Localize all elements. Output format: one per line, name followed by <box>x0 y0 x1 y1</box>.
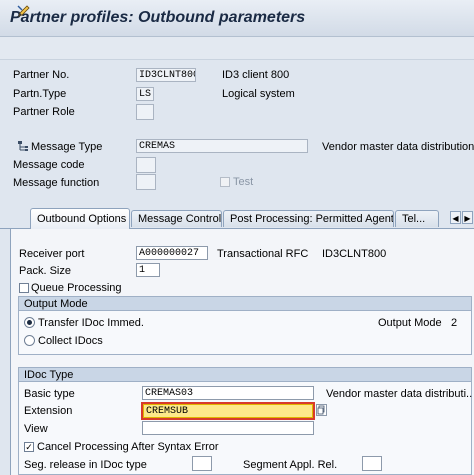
receiver-port-label: Receiver port <box>19 248 85 260</box>
message-type-description: Vendor master data distribution <box>322 141 474 153</box>
partn-type-description: Logical system <box>222 88 295 100</box>
seg-release-label: Seg. release in IDoc type <box>24 459 147 471</box>
display-change-icon[interactable] <box>16 3 32 19</box>
view-field[interactable] <box>142 421 314 435</box>
message-function-label: Message function <box>13 177 100 189</box>
collect-idocs-label: Collect IDocs <box>38 335 103 347</box>
message-function-field[interactable] <box>136 174 156 190</box>
queue-processing-checkbox[interactable] <box>19 283 29 293</box>
view-label: View <box>24 423 48 435</box>
receiver-port-field[interactable]: A000000027 <box>136 246 208 260</box>
partner-role-field[interactable] <box>136 104 154 120</box>
output-mode-group-title: Output Mode <box>18 296 472 311</box>
pack-size-field[interactable]: 1 <box>136 263 160 277</box>
test-checkbox[interactable] <box>220 177 230 187</box>
collect-idocs-radio[interactable] <box>24 335 35 346</box>
partner-no-label: Partner No. <box>13 69 70 81</box>
partner-no-description: ID3 client 800 <box>222 69 290 81</box>
cancel-processing-checkbox[interactable]: ✓ <box>24 442 34 452</box>
application-toolbar <box>0 37 474 60</box>
transfer-idoc-immed-radio[interactable] <box>24 317 35 328</box>
queue-processing-label: Queue Processing <box>31 282 122 294</box>
message-code-field[interactable] <box>136 157 156 173</box>
tab-outbound-options[interactable]: Outbound Options <box>30 208 130 229</box>
basic-type-field[interactable]: CREMAS03 <box>142 386 314 400</box>
partner-role-label: Partner Role <box>13 106 75 118</box>
cancel-processing-label: Cancel Processing After Syntax Error <box>37 441 219 453</box>
partn-type-label: Partn.Type <box>13 88 67 100</box>
extension-field[interactable]: CREMSUB <box>141 402 315 420</box>
hierarchy-icon <box>17 140 29 152</box>
output-mode-value: 2 <box>451 317 458 329</box>
test-label: Test <box>233 176 254 188</box>
basic-type-description: Vendor master data distributi... <box>326 388 472 400</box>
transfer-idoc-immed-label: Transfer IDoc Immed. <box>38 317 144 329</box>
output-mode-label: Output Mode <box>378 317 442 329</box>
basic-type-label: Basic type <box>24 388 75 400</box>
tab-scroll-left-icon[interactable]: ◀ <box>450 211 461 224</box>
tab-scroll-right-icon[interactable]: ▶ <box>462 211 473 224</box>
segment-appl-rel-label: Segment Appl. Rel. <box>243 459 338 471</box>
receiver-port-type: Transactional RFC <box>217 248 309 260</box>
tab-post-processing[interactable]: Post Processing: Permitted Agent <box>223 210 394 227</box>
message-type-field[interactable]: CREMAS <box>136 139 308 153</box>
page-title: Partner profiles: Outbound parameters <box>10 9 306 26</box>
seg-release-field[interactable] <box>192 456 212 471</box>
value-help-icon[interactable] <box>316 404 327 416</box>
receiver-port-description: ID3CLNT800 <box>322 248 387 260</box>
extension-label: Extension <box>24 405 73 417</box>
message-code-label: Message code <box>13 159 85 171</box>
segment-appl-rel-field[interactable] <box>362 456 382 471</box>
message-type-label: Message Type <box>31 141 103 153</box>
tab-message-control[interactable]: Message Control <box>131 210 222 227</box>
tab-tel[interactable]: Tel... <box>395 210 439 227</box>
partn-type-field[interactable]: LS <box>136 87 154 101</box>
idoc-type-group-title: IDoc Type <box>18 367 472 382</box>
pack-size-label: Pack. Size <box>19 265 71 277</box>
partner-no-field[interactable]: ID3CLNT800 <box>136 68 196 82</box>
